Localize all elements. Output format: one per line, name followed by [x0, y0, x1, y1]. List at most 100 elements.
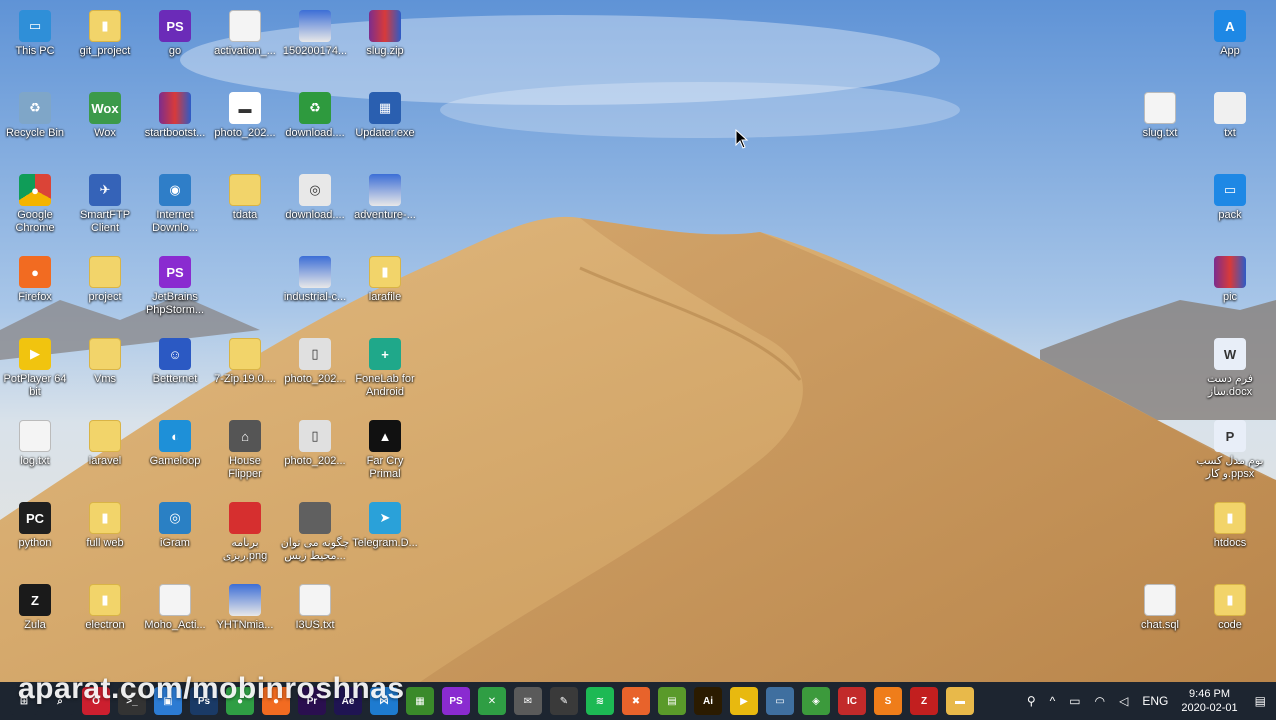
desktop-icon-pack[interactable]: ▭ pack — [1195, 168, 1265, 248]
desktop-icon-label: htdocs — [1213, 537, 1247, 549]
desktop-icon-industrial[interactable]: industrial-c... — [280, 250, 350, 330]
desktop-icon-label: 7-Zip.19.0.... — [214, 373, 276, 385]
desktop-icon-img-150200174[interactable]: 150200174... — [280, 4, 350, 84]
desktop-icon-photo-202-a[interactable]: ▬ photo_202... — [210, 86, 280, 166]
taskbar-android-tool-icon[interactable]: ▦ — [406, 687, 434, 715]
desktop-icon-go[interactable]: PS go — [140, 4, 210, 84]
desktop-icon-download-b[interactable]: ◎ download.... — [280, 168, 350, 248]
desktop-icon-full-web[interactable]: ▮ full web — [70, 496, 140, 576]
desktop-icon-label: photo_202... — [214, 127, 276, 139]
desktop-icon-chat-sql[interactable]: chat.sql — [1125, 578, 1195, 658]
taskbar-jetbrains-icon[interactable]: IC — [838, 687, 866, 715]
desktop-icon-seven-zip[interactable]: 7-Zip.19.0.... — [210, 332, 280, 412]
notifications-icon[interactable]: ▤ — [1255, 694, 1266, 708]
python-icon: PC — [19, 502, 51, 534]
battery-icon[interactable]: ▭ — [1069, 694, 1080, 708]
desktop-icon-label: slug.zip — [366, 45, 404, 57]
desktop-icon-electron[interactable]: ▮ electron — [70, 578, 140, 658]
desktop-icon-label: txt — [1224, 127, 1236, 139]
desktop-icon-label: Google Chrome — [15, 209, 55, 234]
desktop-icon-telegram[interactable]: ➤ Telegram.D... — [350, 496, 420, 576]
igram-icon: ◎ — [159, 502, 191, 534]
desktop-icon-label: Updater.exe — [355, 127, 415, 139]
desktop-icon-updater[interactable]: ▦ Updater.exe — [350, 86, 420, 166]
desktop-icon-download-a[interactable]: ♻ download.... — [280, 86, 350, 166]
desktop-icon-adventure[interactable]: adventure-... — [350, 168, 420, 248]
project-icon — [89, 256, 121, 288]
desktop-icon-photo-202-c[interactable]: ▯ photo_202... — [280, 414, 350, 494]
desktop-icon-git-project[interactable]: ▮ git_project — [70, 4, 140, 84]
taskbar-xampp-icon[interactable]: ✖ — [622, 687, 650, 715]
desktop-icon-startbootstrap[interactable]: startbootst... — [140, 86, 210, 166]
desktop-icon-project[interactable]: project — [70, 250, 140, 330]
taskbar-sublime-icon[interactable]: S — [874, 687, 902, 715]
desktop-icon-moho[interactable]: Moho_Acti... — [140, 578, 210, 658]
laravel-icon — [89, 420, 121, 452]
desktop-icon-app[interactable]: A App — [1195, 4, 1265, 84]
taskbar-phpstorm-icon[interactable]: PS — [442, 687, 470, 715]
chevron-up-icon[interactable]: ^ — [1050, 694, 1056, 708]
volume-icon[interactable]: ◁ — [1119, 694, 1128, 708]
desktop-icon-betternet[interactable]: ☺ Betternet — [140, 332, 210, 412]
desktop-icon-far-cry[interactable]: ▲ Far Cry Primal — [350, 414, 420, 494]
desktop-icon-smartftp[interactable]: ✈ SmartFTP Client — [70, 168, 140, 248]
desktop-icon-i3us-txt[interactable]: I3US.txt — [280, 578, 350, 658]
desktop-icon-log-txt[interactable]: log.txt — [0, 414, 70, 494]
desktop-icon-wox[interactable]: Wox Wox — [70, 86, 140, 166]
desktop-icon-recycle-bin[interactable]: ♻ Recycle Bin — [0, 86, 70, 166]
taskbar-spotify-icon[interactable]: ≋ — [586, 687, 614, 715]
taskbar-folder-icon[interactable]: ▬ — [946, 687, 974, 715]
desktop-icon-slug-txt[interactable]: slug.txt — [1125, 86, 1195, 166]
taskbar-android-icon[interactable]: ◈ — [802, 687, 830, 715]
desktop-icon-this-pc[interactable]: ▭ This PC — [0, 4, 70, 84]
wifi-icon[interactable]: ◠ — [1095, 694, 1105, 708]
taskbar-notepad-icon[interactable]: ▤ — [658, 687, 686, 715]
desktop-icon-yhtnmia[interactable]: YHTNmia... — [210, 578, 280, 658]
clock[interactable]: 9:46 PM 2020-02-01 — [1181, 687, 1237, 715]
desktop-icon-larafile[interactable]: ▮ larafile — [350, 250, 420, 330]
desktop-icon-boom-model[interactable]: P بوم مدل کسب و کار.ppsx — [1195, 414, 1265, 494]
desktop-icon-htdocs[interactable]: ▮ htdocs — [1195, 496, 1265, 576]
taskbar-pen-icon[interactable]: ✎ — [550, 687, 578, 715]
desktop-icon-potplayer[interactable]: ▶ PotPlayer 64 bit — [0, 332, 70, 412]
desktop-icon-slug-zip[interactable]: slug.zip — [350, 4, 420, 84]
desktop-icon-label: Far Cry Primal — [366, 455, 404, 480]
desktop-icon-label: code — [1218, 619, 1242, 631]
taskbar-mail-icon[interactable]: ✉ — [514, 687, 542, 715]
desktop-icon-igram[interactable]: ◎ iGram — [140, 496, 210, 576]
desktop-icon-form-dast-saz[interactable]: W فرم دست ساز.docx — [1195, 332, 1265, 412]
desktop-icon-python[interactable]: PC python — [0, 496, 70, 576]
taskbar-illustrator-icon[interactable]: Ai — [694, 687, 722, 715]
photo-202-a-icon: ▬ — [229, 92, 261, 124]
desktop-icon-gameloop[interactable]: ◐ Gameloop — [140, 414, 210, 494]
desktop-icon-activation[interactable]: activation_... — [210, 4, 280, 84]
pack-icon: ▭ — [1214, 174, 1246, 206]
app-icon: A — [1214, 10, 1246, 42]
taskbar-xbox-icon[interactable]: ✕ — [478, 687, 506, 715]
desktop-icon-txt[interactable]: txt — [1195, 86, 1265, 166]
desktop-icon-chegone[interactable]: چگونه می توان محیط زیس... — [280, 496, 350, 576]
desktop-icon-phpstorm[interactable]: PS JetBrains PhpStorm... — [140, 250, 210, 330]
desktop-icon-idm[interactable]: ◉ Internet Downlo... — [140, 168, 210, 248]
input-language[interactable]: ENG — [1142, 694, 1168, 708]
desktop-icon-house-flipper[interactable]: ⌂ House Flipper — [210, 414, 280, 494]
taskbar-potplayer-icon[interactable]: ▶ — [730, 687, 758, 715]
seven-zip-icon — [229, 338, 261, 370]
desktop-icon-chrome[interactable]: ● Google Chrome — [0, 168, 70, 248]
desktop-icon-photo-202-b[interactable]: ▯ photo_202... — [280, 332, 350, 412]
desktop-icon-code[interactable]: ▮ code — [1195, 578, 1265, 658]
taskbar-explorer2-icon[interactable]: ▭ — [766, 687, 794, 715]
desktop-icon-label: Gameloop — [149, 455, 201, 467]
desktop-icon-vms[interactable]: Vms — [70, 332, 140, 412]
person-icon[interactable]: ⚲ — [1027, 694, 1036, 708]
desktop-icon-laravel[interactable]: laravel — [70, 414, 140, 494]
taskbar-filezilla-icon[interactable]: Z — [910, 687, 938, 715]
desktop-icon-firefox[interactable]: ● Firefox — [0, 250, 70, 330]
desktop-icon-zula[interactable]: Z Zula — [0, 578, 70, 658]
desktop-icon-pic[interactable]: pic — [1195, 250, 1265, 330]
htdocs-icon: ▮ — [1214, 502, 1246, 534]
desktop-icon-tdata[interactable]: tdata — [210, 168, 280, 248]
tdata-icon — [229, 174, 261, 206]
desktop-icon-barname-png[interactable]: برنامه ریزی.png — [210, 496, 280, 576]
desktop-icon-fonelab[interactable]: + FoneLab for Android — [350, 332, 420, 412]
